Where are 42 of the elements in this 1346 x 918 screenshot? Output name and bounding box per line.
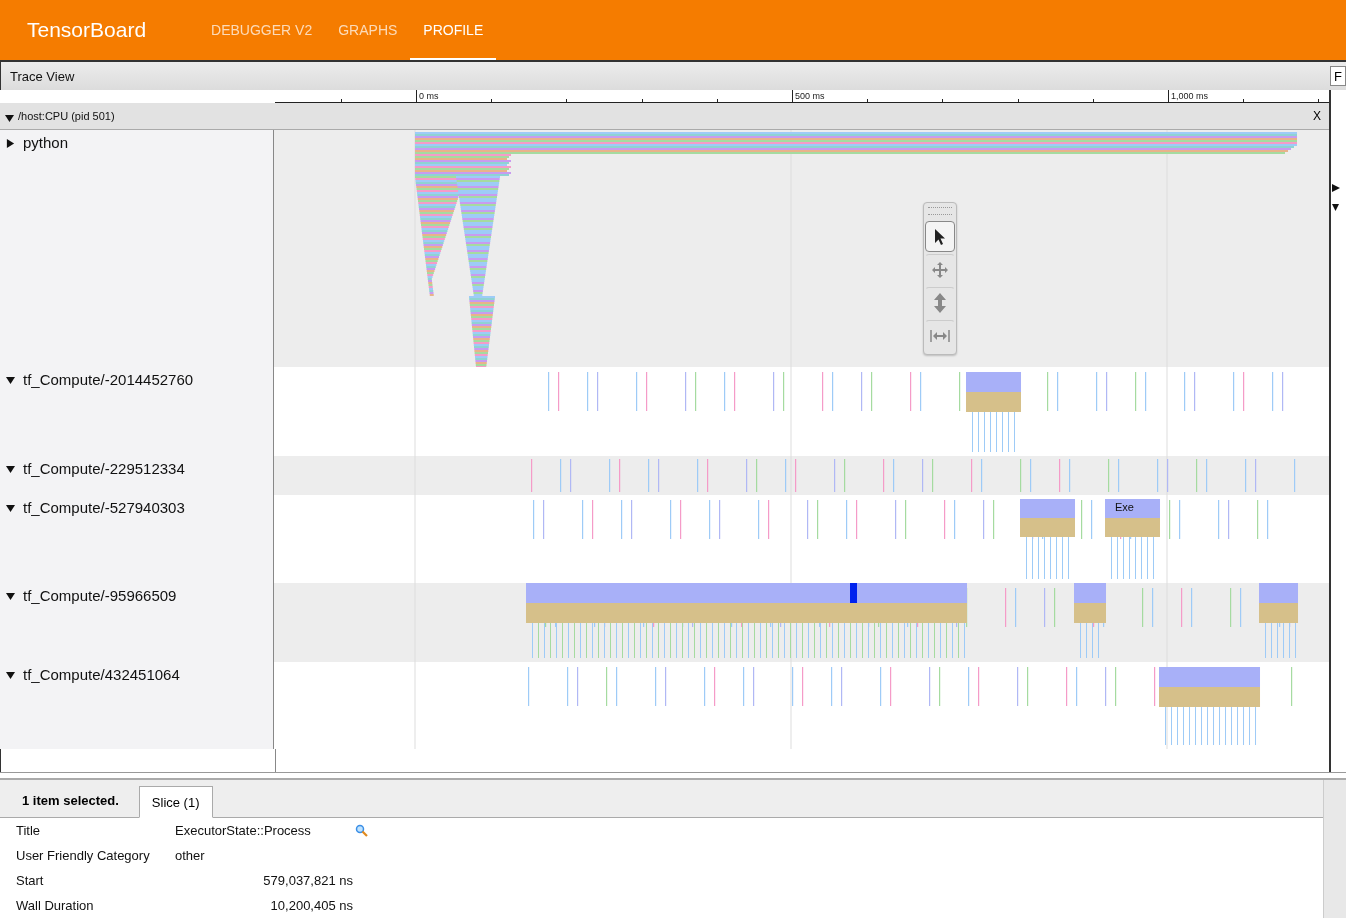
close-button[interactable]: X [1313, 109, 1329, 123]
thread-label[interactable]: tf_Compute/-95966509 [0, 583, 274, 662]
expanded-triangle-icon [1332, 204, 1339, 211]
move-arrows-icon [931, 260, 949, 279]
expanded-triangle-icon[interactable] [6, 465, 15, 474]
tool-button[interactable] [925, 221, 955, 252]
property-label: User Friendly Category [16, 847, 151, 865]
ruler-tick-label: 500 ms [792, 90, 825, 102]
property-label: Start [16, 872, 45, 890]
cursor-arrow-icon [933, 227, 947, 246]
slice-label: Exe [1115, 501, 1134, 513]
expanded-triangle-icon[interactable] [6, 592, 15, 601]
property-value: 10,200,405 ns [269, 897, 353, 915]
details-tab[interactable]: Slice (1) [138, 786, 213, 818]
process-label[interactable]: /host:CPU (pid 501) [0, 109, 115, 123]
thread-label[interactable]: tf_Compute/432451064 [0, 662, 274, 749]
ruler-tick-label: 0 ms [416, 90, 439, 102]
thread-label[interactable]: tf_Compute/-229512334 [0, 456, 274, 495]
expanded-triangle-icon[interactable] [5, 114, 14, 123]
expanded-triangle-icon[interactable] [6, 671, 15, 680]
search-icon[interactable] [355, 824, 368, 837]
grip-handle[interactable] [928, 207, 952, 215]
expanded-triangle-icon[interactable] [6, 504, 15, 513]
ruler-tick-label: 1,000 ms [1168, 90, 1209, 102]
property-value: other [175, 847, 206, 865]
app-title: TensorBoard [26, 17, 148, 43]
property-label: Wall Duration [16, 897, 95, 915]
collapsed-triangle-icon [1332, 184, 1340, 192]
selection-summary: 1 item selected. [21, 793, 120, 810]
expanded-triangle-icon[interactable] [6, 376, 15, 385]
vertical-arrows-icon [934, 292, 946, 313]
property-value: ExecutorState::Process [175, 822, 312, 840]
collapsed-triangle-icon[interactable] [6, 139, 15, 148]
side-panel-button[interactable]: F [1330, 66, 1346, 86]
scrollbar[interactable] [1323, 780, 1346, 918]
property-value: 579,037,821 ns [262, 872, 353, 890]
thread-label[interactable]: tf_Compute/-527940303 [0, 495, 274, 583]
trace-view-title: Trace View [9, 68, 75, 84]
thread-label[interactable]: tf_Compute/-2014452760 [0, 367, 274, 456]
thread-label[interactable]: python [0, 130, 274, 367]
horizontal-range-icon [930, 329, 950, 342]
property-label: Title [16, 822, 42, 840]
